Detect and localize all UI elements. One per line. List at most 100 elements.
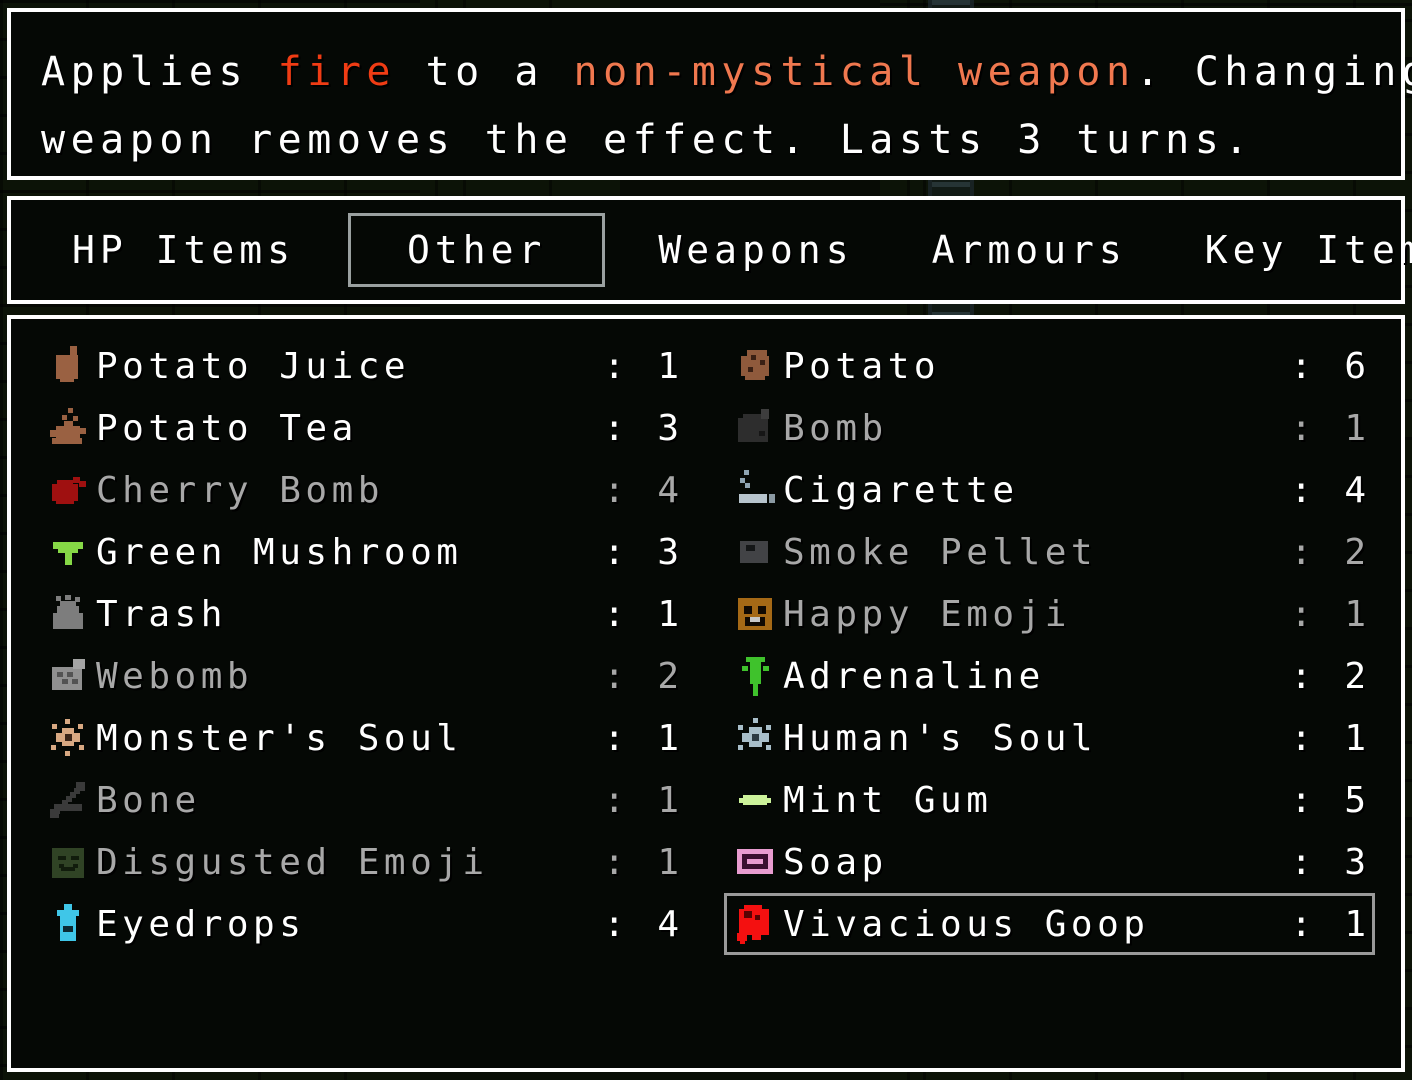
inventory-item-separator: : bbox=[603, 717, 625, 759]
inventory-item-separator: : bbox=[1290, 593, 1312, 635]
inventory-item-separator: : bbox=[603, 345, 625, 387]
inventory-item-row[interactable]: Bone:1 bbox=[37, 769, 688, 831]
description-segment: fire bbox=[277, 49, 396, 95]
inventory-item-separator: : bbox=[603, 469, 625, 511]
green-mushroom-icon bbox=[46, 530, 90, 574]
inventory-item-row[interactable]: Green Mushroom:3 bbox=[37, 521, 688, 583]
inventory-item-row[interactable]: Potato Tea:3 bbox=[37, 397, 688, 459]
inventory-grid: Potato Juice:1 Potato Tea:3 Cherry Bomb:4 G… bbox=[11, 319, 1401, 1068]
inventory-item-quantity: 3 bbox=[657, 531, 679, 573]
inventory-item-separator: : bbox=[1290, 407, 1312, 449]
cigarette-icon bbox=[733, 468, 777, 512]
inventory-item-name: Smoke Pellet bbox=[783, 531, 1098, 573]
item-description-panel: Applies fire to a non-mystical weapon. C… bbox=[7, 8, 1412, 180]
soap-icon bbox=[733, 840, 777, 884]
inventory-item-quantity: 4 bbox=[657, 469, 679, 511]
inventory-item-row[interactable]: Potato:6 bbox=[724, 335, 1375, 397]
inventory-item-separator: : bbox=[603, 407, 625, 449]
description-segment: non-mystical weapon bbox=[573, 49, 1136, 95]
inventory-item-row[interactable]: Webomb:2 bbox=[37, 645, 688, 707]
inventory-item-separator: : bbox=[1290, 903, 1312, 945]
inventory-item-quantity: 5 bbox=[1344, 779, 1366, 821]
inventory-column-right: Potato:6 Bomb:1 Cigarette:4 Smoke Pellet:2 H… bbox=[706, 335, 1401, 1068]
inventory-item-quantity: 1 bbox=[657, 841, 679, 883]
inventory-item-separator: : bbox=[603, 655, 625, 697]
inventory-item-row[interactable]: Soap:3 bbox=[724, 831, 1375, 893]
tab-hp-items[interactable]: HP Items bbox=[47, 213, 320, 287]
webomb-icon bbox=[46, 654, 90, 698]
inventory-item-quantity: 1 bbox=[657, 717, 679, 759]
inventory-item-separator: : bbox=[1290, 841, 1312, 883]
inventory-item-row[interactable]: Human's Soul:1 bbox=[724, 707, 1375, 769]
tab-armours[interactable]: Armours bbox=[907, 213, 1152, 287]
inventory-item-quantity: 3 bbox=[1344, 841, 1366, 883]
inventory-item-name: Cherry Bomb bbox=[96, 469, 384, 511]
tab-weapons[interactable]: Weapons bbox=[633, 213, 878, 287]
inventory-item-row[interactable]: Happy Emoji:1 bbox=[724, 583, 1375, 645]
inventory-item-name: Trash bbox=[96, 593, 227, 635]
inventory-item-row[interactable]: Mint Gum:5 bbox=[724, 769, 1375, 831]
inventory-item-row[interactable]: Bomb:1 bbox=[724, 397, 1375, 459]
inventory-item-name: Bone bbox=[96, 779, 201, 821]
inventory-item-name: Potato bbox=[783, 345, 941, 387]
inventory-items-panel: Potato Juice:1 Potato Tea:3 Cherry Bomb:4 G… bbox=[7, 315, 1405, 1072]
inventory-item-row[interactable]: Vivacious Goop:1 bbox=[724, 893, 1375, 955]
inventory-item-separator: : bbox=[1290, 531, 1312, 573]
description-line: weapon removes the effect. Lasts 3 turns… bbox=[41, 106, 1401, 174]
inventory-item-row[interactable]: Monster's Soul:1 bbox=[37, 707, 688, 769]
description-segment: weapon removes the effect. Lasts 3 turns… bbox=[41, 117, 1254, 163]
inventory-item-quantity: 6 bbox=[1344, 345, 1366, 387]
inventory-item-quantity: 1 bbox=[657, 345, 679, 387]
inventory-item-separator: : bbox=[1290, 779, 1312, 821]
inventory-column-left: Potato Juice:1 Potato Tea:3 Cherry Bomb:4 G… bbox=[11, 335, 706, 1068]
inventory-item-row[interactable]: Cigarette:4 bbox=[724, 459, 1375, 521]
inventory-item-name: Potato Tea bbox=[96, 407, 358, 449]
description-line: Applies fire to a non-mystical weapon. C… bbox=[41, 38, 1412, 106]
inventory-item-quantity: 2 bbox=[1344, 655, 1366, 697]
inventory-item-row[interactable]: Potato Juice:1 bbox=[37, 335, 688, 397]
inventory-item-quantity: 4 bbox=[1344, 469, 1366, 511]
tab-key-items[interactable]: Key Items bbox=[1180, 213, 1412, 287]
inventory-item-separator: : bbox=[1290, 345, 1312, 387]
category-tab-bar: HP Items Other Weapons Armours Key Items bbox=[11, 200, 1412, 300]
category-tabs-panel: HP Items Other Weapons Armours Key Items bbox=[7, 196, 1412, 304]
inventory-item-quantity: 1 bbox=[1344, 593, 1366, 635]
vivacious-goop-icon bbox=[733, 902, 777, 946]
mint-gum-icon bbox=[733, 778, 777, 822]
inventory-item-separator: : bbox=[603, 903, 625, 945]
inventory-item-row[interactable]: Eyedrops:4 bbox=[37, 893, 688, 955]
inventory-item-quantity: 1 bbox=[657, 779, 679, 821]
tab-other[interactable]: Other bbox=[348, 213, 606, 287]
inventory-item-quantity: 4 bbox=[657, 903, 679, 945]
inventory-item-name: Disgusted Emoji bbox=[96, 841, 489, 883]
inventory-item-row[interactable]: Adrenaline:2 bbox=[724, 645, 1375, 707]
inventory-item-separator: : bbox=[603, 779, 625, 821]
cherry-bomb-icon bbox=[46, 468, 90, 512]
inventory-item-name: Vivacious Goop bbox=[783, 903, 1150, 945]
description-segment: . Changing your bbox=[1135, 49, 1412, 95]
adrenaline-icon bbox=[733, 654, 777, 698]
inventory-item-row[interactable]: Trash:1 bbox=[37, 583, 688, 645]
disgusted-emoji-icon bbox=[46, 840, 90, 884]
inventory-item-name: Soap bbox=[783, 841, 888, 883]
bone-icon bbox=[46, 778, 90, 822]
inventory-item-row[interactable]: Smoke Pellet:2 bbox=[724, 521, 1375, 583]
inventory-item-row[interactable]: Disgusted Emoji:1 bbox=[37, 831, 688, 893]
inventory-item-quantity: 1 bbox=[657, 593, 679, 635]
inventory-item-name: Webomb bbox=[96, 655, 254, 697]
inventory-item-quantity: 3 bbox=[657, 407, 679, 449]
inventory-item-name: Green Mushroom bbox=[96, 531, 463, 573]
smoke-pellet-icon bbox=[733, 530, 777, 574]
item-description-text: Applies fire to a non-mystical weapon. C… bbox=[11, 12, 1412, 174]
inventory-item-name: Human's Soul bbox=[783, 717, 1098, 759]
potato-juice-icon bbox=[46, 344, 90, 388]
inventory-item-row[interactable]: Cherry Bomb:4 bbox=[37, 459, 688, 521]
happy-emoji-icon bbox=[733, 592, 777, 636]
inventory-item-separator: : bbox=[1290, 469, 1312, 511]
inventory-item-name: Cigarette bbox=[783, 469, 1019, 511]
inventory-item-name: Happy Emoji bbox=[783, 593, 1071, 635]
potato-icon bbox=[733, 344, 777, 388]
inventory-item-quantity: 1 bbox=[1344, 903, 1366, 945]
inventory-item-separator: : bbox=[1290, 717, 1312, 759]
inventory-item-quantity: 1 bbox=[1344, 407, 1366, 449]
